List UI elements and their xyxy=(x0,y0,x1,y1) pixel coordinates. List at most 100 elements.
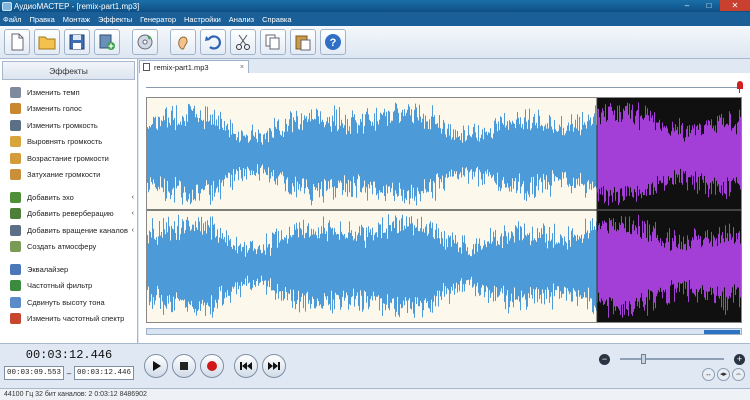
paste-button[interactable] xyxy=(290,29,316,55)
bottom-controls: 00:03:12.446 00:03:09.553 – 00:03:12.446… xyxy=(0,343,750,388)
effect-label: Выровнять громкость xyxy=(27,137,103,147)
open-button[interactable] xyxy=(34,29,60,55)
add-file-button[interactable] xyxy=(94,29,120,55)
play-icon xyxy=(153,361,161,371)
menu-bar: Файл Правка Монтаж Эффекты Генератор Нас… xyxy=(0,12,750,26)
menu-edit[interactable]: Правка xyxy=(29,15,54,24)
ear-button[interactable] xyxy=(170,29,196,55)
stop-icon xyxy=(180,362,188,370)
skip-forward-button[interactable] xyxy=(262,354,286,378)
fit-width-icon[interactable]: ↔ xyxy=(702,368,715,381)
menu-analysis[interactable]: Анализ xyxy=(229,15,254,24)
maximize-button[interactable]: □ xyxy=(698,0,720,11)
effect-label: Изменить частотный спектр xyxy=(27,314,125,324)
undo-button[interactable] xyxy=(200,29,226,55)
effect-item[interactable]: Сдвинуть высоту тона xyxy=(10,294,137,311)
fade-out-icon xyxy=(10,169,21,181)
fade-in-icon xyxy=(10,152,21,164)
tab-label: remix-part1.mp3 xyxy=(154,62,209,72)
effect-item[interactable]: Изменить громкость xyxy=(10,117,137,134)
zoom-slider[interactable] xyxy=(620,354,724,364)
horizontal-scrollbar[interactable] xyxy=(146,328,742,335)
menu-montage[interactable]: Монтаж xyxy=(63,15,90,24)
effects-group: Добавить эхо ‹ Добавить реверберацию ‹ Добав… xyxy=(10,189,137,255)
copy-icon xyxy=(265,34,280,50)
effect-item[interactable]: Затухание громкости xyxy=(10,167,137,184)
effect-label: Изменить темп xyxy=(27,87,80,97)
menu-generator[interactable]: Генератор xyxy=(140,15,176,24)
fit-buttons: ↔ ◂▸ ⇔ xyxy=(700,368,745,381)
effect-label: Затухание громкости xyxy=(27,170,101,180)
zoom-slider-knob[interactable] xyxy=(640,354,646,364)
tab-remix-part1[interactable]: remix-part1.mp3 × xyxy=(139,60,249,73)
status-bar: 44100 Гц 32 бит каналов: 2 0:03:12 84869… xyxy=(0,388,750,400)
effect-item[interactable]: Возрастание громкости xyxy=(10,150,137,167)
waveform-editor xyxy=(139,73,750,343)
zoom-control: − + xyxy=(599,352,745,366)
submenu-arrow-icon[interactable]: ‹ xyxy=(132,194,134,201)
selection-start-field[interactable]: 00:03:09.553 xyxy=(4,366,64,380)
minimize-button[interactable]: – xyxy=(676,0,698,11)
help-button[interactable]: ? xyxy=(320,29,346,55)
skip-back-icon xyxy=(240,362,252,370)
effect-item[interactable]: Добавить реверберацию ‹ xyxy=(10,206,137,223)
filter-icon xyxy=(10,280,21,292)
volume-icon xyxy=(10,119,21,131)
close-button[interactable]: ✕ xyxy=(720,0,750,11)
record-cd-icon xyxy=(137,34,153,50)
effects-list: Изменить темп Изменить голос Изменить гром… xyxy=(0,82,137,327)
menu-effects[interactable]: Эффекты xyxy=(98,15,132,24)
zoom-selection-icon[interactable]: ◂▸ xyxy=(717,368,730,381)
save-button[interactable] xyxy=(64,29,90,55)
effect-label: Эквалайзер xyxy=(27,264,69,274)
effect-item[interactable]: Частотный фильтр xyxy=(10,278,137,295)
play-button[interactable] xyxy=(144,354,168,378)
waveform-canvas[interactable] xyxy=(147,98,741,322)
timeline-ruler[interactable] xyxy=(146,87,742,91)
submenu-arrow-icon[interactable]: ‹ xyxy=(132,210,134,217)
zoom-out-button[interactable]: − xyxy=(599,353,610,365)
submenu-arrow-icon[interactable]: ‹ xyxy=(132,227,134,234)
menu-file[interactable]: Файл xyxy=(3,15,21,24)
selection-range: 00:03:09.553 – 00:03:12.446 xyxy=(4,366,134,380)
effect-item[interactable]: Добавить эхо ‹ xyxy=(10,189,137,206)
time-display: 00:03:12.446 00:03:09.553 – 00:03:12.446 xyxy=(4,347,134,385)
new-file-button[interactable] xyxy=(4,29,30,55)
open-folder-icon xyxy=(38,36,56,50)
effect-item[interactable]: Изменить частотный спектр xyxy=(10,311,137,328)
effect-item[interactable]: Создать атмосферу xyxy=(10,239,137,256)
window-title: АудиоМАСТЕР - [remix-part1.mp3] xyxy=(14,1,140,11)
range-separator: – xyxy=(66,368,72,378)
level-icon xyxy=(10,136,21,148)
tab-strip: remix-part1.mp3 × xyxy=(139,59,750,73)
toolbar: ? xyxy=(0,26,750,59)
effect-label: Создать атмосферу xyxy=(27,242,97,252)
record-cd-button[interactable] xyxy=(132,29,158,55)
help-icon: ? xyxy=(325,34,341,50)
menu-settings[interactable]: Настройки xyxy=(184,15,221,24)
skip-back-button[interactable] xyxy=(234,354,258,378)
stop-button[interactable] xyxy=(172,354,196,378)
effect-item[interactable]: Изменить голос xyxy=(10,101,137,118)
record-button[interactable] xyxy=(200,354,224,378)
playhead-line xyxy=(739,87,740,93)
scrollbar-thumb[interactable] xyxy=(704,330,740,334)
fit-all-icon[interactable]: ⇔ xyxy=(732,368,745,381)
waveform-view[interactable] xyxy=(146,97,742,323)
effect-item[interactable]: Добавить вращение каналов ‹ xyxy=(10,222,137,239)
spectrum-icon xyxy=(10,313,21,325)
effects-panel-header[interactable]: Эффекты xyxy=(2,61,135,80)
effect-item[interactable]: Эквалайзер xyxy=(10,261,137,278)
copy-button[interactable] xyxy=(260,29,286,55)
equalizer-icon xyxy=(10,263,21,275)
playhead-marker[interactable] xyxy=(737,81,743,89)
effect-item[interactable]: Выровнять громкость xyxy=(10,134,137,151)
tab-close-icon[interactable]: × xyxy=(240,64,244,71)
cut-button[interactable] xyxy=(230,29,256,55)
selection-end-field[interactable]: 00:03:12.446 xyxy=(74,366,134,380)
menu-help[interactable]: Справка xyxy=(262,15,291,24)
effects-group: Эквалайзер Частотный фильтр Сдвинуть высот… xyxy=(10,261,137,327)
effect-item[interactable]: Изменить темп xyxy=(10,84,137,101)
record-icon xyxy=(207,361,217,371)
zoom-in-button[interactable]: + xyxy=(734,353,745,365)
